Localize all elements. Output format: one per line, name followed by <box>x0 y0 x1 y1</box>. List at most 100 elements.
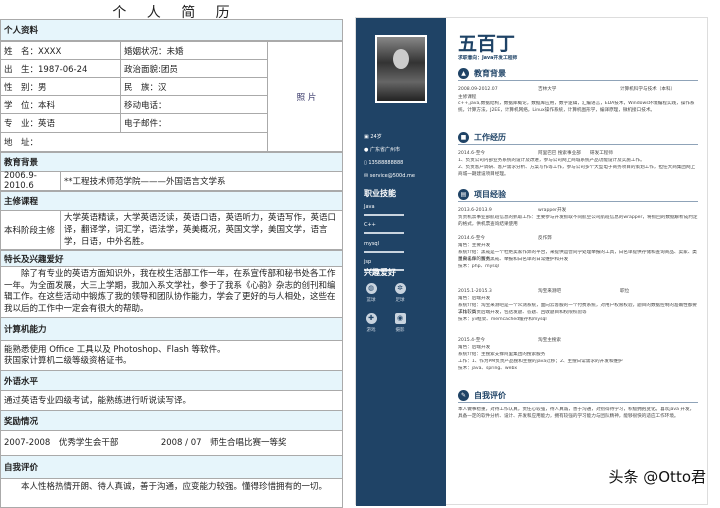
face-shape <box>393 49 409 69</box>
hobby-text: 除了有专业的英语方面知识外，我在校生活部工作一年，在系宣传部和秘书处各工作一年。… <box>0 266 343 318</box>
skill-bar <box>364 232 404 234</box>
work-line: 2014.6-至今 阿里巴巴 搜索事业部 研发工程师 <box>458 151 613 156</box>
courses-header: 主修课程 <box>0 191 343 211</box>
id-card-icon: ▤ <box>458 189 469 200</box>
project-line: 技术：java、spring、webx <box>458 366 518 371</box>
skill-bar <box>364 251 404 253</box>
project-section-title: ▤ 项目经验 <box>458 188 698 202</box>
ethnicity-field: 民 族：汉 <box>120 77 268 96</box>
language-text: 通过英语专业四级考试，能熟练进行听说读写译。 <box>0 390 343 411</box>
project-line: 负责机票事业部航班信息的抓取工作：主要参与开发抓取不同航空公司航班信息的wrap… <box>458 215 698 227</box>
computer-text: 能熟悉使用 Office 工具以及 Photoshop、Flash 等软件。 获… <box>0 340 343 371</box>
computer-line: 能熟悉使用 Office 工具以及 Photoshop、Flash 等软件。 <box>4 345 226 355</box>
birth-field: 出 生：1987-06-24 <box>0 59 121 78</box>
project-head: 2015.4-至今 淘宝主搜索 <box>458 337 698 343</box>
language-header: 外语水平 <box>0 370 343 391</box>
edu-course-label: 主修课程 <box>458 95 477 100</box>
personal-header: 个人资料 <box>0 19 343 41</box>
awards-header: 奖励情况 <box>0 410 343 431</box>
project-line: 工作：1、作为PM负责产品搜和主搜的java迁移；2、主搜日常需求的开发和维护 <box>458 359 623 364</box>
edu-line: 2008.09-2012.07 吉林大学 计算机科学与技术（本科） <box>458 87 676 92</box>
right-resume: ▣ 24岁 ● 广东省广州市 ▯ 13588888888 ✉ service@5… <box>355 17 709 506</box>
project-line: 角色：后端开发 <box>458 345 491 350</box>
hobby-header: 特长及兴趣爱好 <box>0 250 343 267</box>
camera-icon: ◉ <box>394 313 406 324</box>
briefcase-icon: ■ <box>458 132 469 143</box>
age-item: ▣ 24岁 <box>364 134 382 140</box>
profile-photo <box>375 35 427 103</box>
edit-icon: ✎ <box>458 390 469 401</box>
project-head-field: 反作弊 <box>538 236 552 241</box>
project-head-field: 淘宝主搜索 <box>538 338 561 343</box>
hobby-gaming: ✚ 游戏 <box>365 313 377 333</box>
phone-item: ▯ 13588888888 <box>364 160 404 166</box>
email-field: 电子邮件： <box>120 113 268 133</box>
mobile-field: 移动电话： <box>120 95 268 114</box>
job-objective: 求职意向：Java开发工程师 <box>458 56 518 61</box>
work-item: 1、负责公司内部业务系统的设计及改进，参与公司网上商城系统产品功能设计及实施工作… <box>458 158 645 163</box>
major-field: 专 业：英语 <box>0 113 121 133</box>
computer-header: 计算机能力 <box>0 317 343 341</box>
location-item: ● 广东省广州市 <box>364 147 400 153</box>
main-content: 五百丁 求职意向：Java开发工程师 ▲ 教育背景 2008.09-2012.07… <box>446 18 709 506</box>
project-line: 系统介绍：主搜索支撑阿里集团的搜索服务 <box>458 352 546 357</box>
gamepad-icon: ✚ <box>365 313 377 324</box>
hobbies-title: 兴趣爱好 <box>364 268 396 277</box>
candidate-name: 五百丁 <box>458 33 516 55</box>
self-evaluation-text: 本人做事稳重，对待工作认真，责任心较强，待人真诚，善于沟通，对别得待学习，积极拥… <box>458 407 695 419</box>
project-head-field: wrapper开发 <box>538 208 567 213</box>
project-line: 主要工作：负责黑戒、举报和白名单的日常维护和开发 <box>458 257 569 262</box>
degree-field: 学 位：本科 <box>0 95 121 114</box>
project-head: 2013.6-2013.9 wrapper开发 <box>458 207 698 213</box>
self-section-title: ✎ 自我评价 <box>458 389 698 403</box>
project-line: 技术：php、mysql <box>458 264 499 269</box>
project-head: 2014.6-至今 反作弊 <box>458 235 698 241</box>
skill-bar <box>364 214 404 216</box>
left-resume: 个 人 简 历 个人资料 姓 名：XXXX 婚姻状况：未婚 出 生：1987-0… <box>0 0 350 508</box>
skill-label: Java <box>364 204 375 210</box>
skill-label: mysql <box>364 241 379 247</box>
education-period: 2006.9-2010.6 <box>0 171 61 191</box>
political-field: 政治面貌:团员 <box>120 59 268 78</box>
education-header: 教育背景 <box>0 152 343 172</box>
marital-field: 婚姻状况：未婚 <box>120 41 268 60</box>
skill-label: C++ <box>364 222 376 228</box>
project-line: 角色：主要开发 <box>458 243 491 248</box>
project-head-field: 2013.6-2013.9 <box>458 208 492 213</box>
hobby-football: ✲ 足球 <box>394 283 406 303</box>
edu-section-title: ▲ 教育背景 <box>458 67 698 81</box>
project-head-field: 2015.4-至今 <box>458 338 485 343</box>
project-line: 角色：后端开发 <box>458 296 491 301</box>
football-icon: ✲ <box>394 283 406 294</box>
work-item: 2、负责客户调研、客户需求分析、方案写作等工作，参与公司多个大型电子商务项目的策… <box>458 165 696 177</box>
education-school: **工程技术师范学院———外国语言文学系 <box>60 171 343 191</box>
computer-line: 获国家计算机二级等级资格证书。 <box>4 356 132 366</box>
project-line: 技术：yii框架、memcached缓存和mysql <box>458 317 547 322</box>
photo-placeholder: 照 片 <box>267 41 343 152</box>
skills-title: 职业技能 <box>364 189 396 198</box>
project-head-field: 淘宝来测吧 <box>538 289 561 294</box>
self-header: 自我评价 <box>0 455 343 479</box>
project-head-field: 职位 <box>620 289 630 294</box>
gender-field: 性 别：男 <box>0 77 121 96</box>
hobby-photography: ◉ 摄影 <box>394 313 406 333</box>
hobby-basketball: ◍ 篮球 <box>365 283 377 303</box>
name-field: 姓 名：XXXX <box>0 41 121 60</box>
work-section-title: ■ 工作经历 <box>458 131 698 145</box>
basketball-icon: ◍ <box>365 283 377 294</box>
skill-label: jsp <box>364 259 372 265</box>
project-head-field: 2014.6-至今 <box>458 236 485 241</box>
courses-text: 大学英语精读，大学英语泛读，英语口语，英语听力，英语写作，英语口译，翻译学，词汇… <box>60 210 343 250</box>
address-field: 地 址： <box>0 132 268 152</box>
watermark: 头条 @Otto君 <box>608 468 706 486</box>
self-text: 本人性格热情开朗、待人真诚，善于沟通，应变能力较强。懂得珍惜拥有的一切。 <box>0 478 343 508</box>
project-head-field: 2015.1-2015.3 <box>458 289 492 294</box>
graduation-cap-icon: ▲ <box>458 68 469 79</box>
courses-label: 本科阶段主修 <box>0 210 61 250</box>
sidebar: ▣ 24岁 ● 广东省广州市 ▯ 13588888888 ✉ service@5… <box>356 18 446 506</box>
project-head: 2015.1-2015.3 淘宝来测吧 职位 <box>458 288 698 294</box>
edu-courses: c++,java,数据结构，数据库概论，数据库应用，数字逻辑，汇编语言，EDA技… <box>458 101 695 113</box>
project-line: 工作：负责后端开发，包括发题、答题、回收题目和权限校验等 <box>458 310 587 315</box>
awards-text: 2007-2008 优秀学生会干部 2008 / 07 师生合唱比赛一等奖 <box>0 430 343 456</box>
email-item: ✉ service@500d.me <box>364 173 415 179</box>
